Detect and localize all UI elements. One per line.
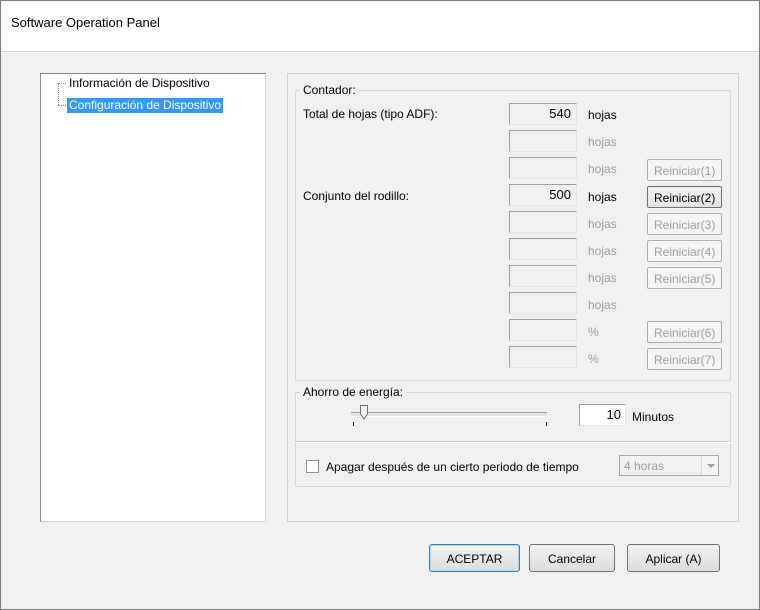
settings-tree[interactable]: Información de Dispositivo Configuración… [40, 73, 266, 522]
unit-label: hojas [588, 298, 617, 312]
window-title: Software Operation Panel [11, 15, 160, 30]
unit-label: hojas [588, 108, 617, 122]
auto-shutdown-label[interactable]: Apagar después de un cierto periodo de t… [326, 460, 579, 474]
slider-tick [353, 422, 354, 426]
unit-label: hojas [588, 244, 617, 258]
title-bar: Software Operation Panel [1, 1, 759, 52]
reset-1-button[interactable]: Reiniciar(1) [647, 159, 722, 181]
unit-label: hojas [588, 135, 617, 149]
counter-field [509, 130, 577, 152]
unit-label: hojas [588, 190, 617, 204]
reset-4-button[interactable]: Reiniciar(4) [647, 240, 722, 262]
dialog-window: Software Operation Panel Información de … [0, 0, 760, 610]
power-saving-slider-thumb[interactable] [360, 405, 368, 420]
tree-connector [58, 105, 66, 106]
total-sheets-label: Total de hojas (tipo ADF): [303, 107, 438, 121]
unit-label: hojas [588, 217, 617, 231]
shutdown-time-value: 4 horas [624, 459, 665, 473]
group-divider [295, 441, 731, 443]
unit-label: % [588, 352, 599, 366]
slider-tick [546, 422, 547, 426]
tree-item-device-info[interactable]: Información de Dispositivo [67, 76, 212, 91]
counter-field [509, 211, 577, 233]
counter-field-roller: 500 [509, 184, 577, 206]
roller-set-label: Conjunto del rodillo: [303, 189, 410, 203]
reset-2-button[interactable]: Reiniciar(2) [647, 186, 722, 208]
cancel-button[interactable]: Cancelar [529, 544, 615, 572]
reset-3-button[interactable]: Reiniciar(3) [647, 213, 722, 235]
counter-field-total: 540 [509, 103, 577, 125]
counter-field [509, 238, 577, 260]
counter-field [509, 346, 577, 368]
counter-field [509, 157, 577, 179]
chevron-down-icon[interactable] [701, 456, 718, 475]
unit-label: hojas [588, 162, 617, 176]
apply-button[interactable]: Aplicar (A) [627, 544, 720, 572]
ok-button[interactable]: ACEPTAR [429, 544, 520, 572]
unit-label: % [588, 325, 599, 339]
tree-connector [58, 83, 66, 84]
power-saving-title: Ahorro de energía: [300, 385, 407, 399]
auto-shutdown-checkbox[interactable] [306, 460, 319, 473]
reset-5-button[interactable]: Reiniciar(5) [647, 267, 722, 289]
tree-item-device-settings[interactable]: Configuración de Dispositivo [67, 98, 224, 113]
counter-field [509, 319, 577, 341]
counter-field [509, 265, 577, 287]
reset-6-button[interactable]: Reiniciar(6) [647, 321, 722, 343]
reset-7-button[interactable]: Reiniciar(7) [647, 348, 722, 370]
unit-label: hojas [588, 271, 617, 285]
shutdown-time-select[interactable]: 4 horas [619, 455, 719, 476]
counter-group-title: Contador: [300, 83, 359, 97]
minutes-field[interactable]: 10 [579, 404, 626, 426]
tree-connector [58, 83, 59, 105]
minutes-unit-label: Minutos [632, 410, 675, 424]
counter-field [509, 292, 577, 314]
power-saving-slider-track[interactable] [351, 412, 547, 417]
